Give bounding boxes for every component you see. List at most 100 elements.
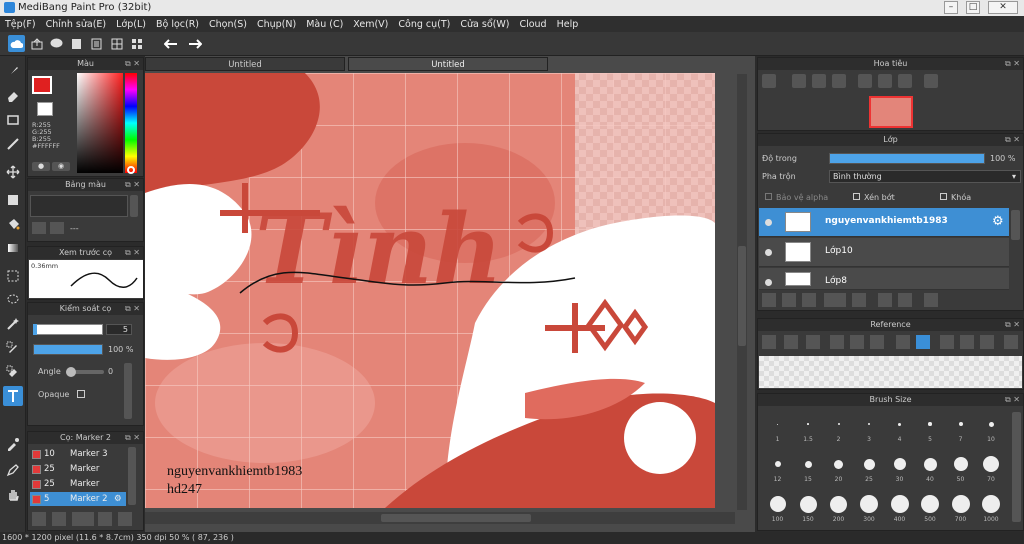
close-icon[interactable]: ✕ — [988, 1, 1018, 14]
opaque-checkbox[interactable] — [77, 390, 85, 398]
horizontal-scrollbar-thumb[interactable] — [381, 514, 531, 522]
delete-color-icon[interactable] — [50, 222, 64, 234]
menu-tools[interactable]: Công cụ(T) — [393, 16, 455, 32]
brush-size-7[interactable]: 7 — [945, 412, 976, 448]
palette-swatch-area[interactable] — [30, 195, 128, 217]
palette-scrollbar[interactable] — [130, 195, 138, 217]
brush-size-2[interactable]: 2 — [823, 412, 854, 448]
flip-icon[interactable] — [924, 74, 938, 88]
reset-icon[interactable] — [878, 74, 892, 88]
panel-float-icon[interactable]: ⧉ ✕ — [125, 247, 140, 259]
menu-layer[interactable]: Lớp(L) — [111, 16, 151, 32]
artwork-canvas[interactable]: Tình nguyenvankhiemtb1983 hd247 — [145, 73, 715, 508]
move-icon[interactable] — [3, 162, 23, 182]
rotate-right-icon[interactable] — [980, 335, 994, 349]
layer-row-selected[interactable]: nguyenvankhiemtb1983 ⚙ — [759, 208, 1009, 237]
menu-view[interactable]: Xem(V) — [348, 16, 393, 32]
menu-cloud[interactable]: Cloud — [514, 16, 551, 32]
fit-icon[interactable] — [812, 74, 826, 88]
brush-size-slider[interactable] — [33, 324, 103, 335]
menu-snap[interactable]: Chụp(N) — [252, 16, 301, 32]
brush-size-200[interactable]: 200 — [823, 492, 854, 528]
vertical-scrollbar-thumb[interactable] — [738, 246, 746, 346]
blend-mode-select[interactable]: Bình thường ▾ — [829, 170, 1021, 183]
tiles-icon[interactable] — [128, 35, 145, 52]
folder-icon[interactable] — [852, 293, 866, 307]
menu-window[interactable]: Cửa sổ(W) — [455, 16, 514, 32]
brush-size-100[interactable]: 100 — [762, 492, 793, 528]
panel-float-icon[interactable]: ⧉ ✕ — [1005, 319, 1020, 331]
panel-float-icon[interactable]: ⧉ ✕ — [125, 58, 140, 70]
protect-alpha-checkbox[interactable] — [765, 193, 772, 200]
delete-layer-icon[interactable] — [924, 293, 938, 307]
brush-list-scrollbar[interactable] — [128, 447, 136, 505]
brush-size-150[interactable]: 150 — [793, 492, 824, 528]
brush-item[interactable]: 10 Marker 3 — [30, 447, 126, 461]
panel-float-icon[interactable]: ⧉ ✕ — [1005, 134, 1020, 146]
brush-size-30[interactable]: 30 — [884, 452, 915, 488]
fit-icon[interactable] — [850, 335, 864, 349]
layer-row[interactable]: Lớp10 — [759, 238, 1009, 267]
bucket-icon[interactable] — [3, 214, 23, 234]
brush-size-12[interactable]: 12 — [762, 452, 793, 488]
angle-slider-handle[interactable] — [66, 367, 76, 377]
brush-size-70[interactable]: 70 — [976, 452, 1007, 488]
eyedropper-icon[interactable] — [896, 335, 910, 349]
brush-size-field[interactable]: 5 — [106, 324, 132, 335]
hand-icon[interactable] — [916, 335, 930, 349]
brush-size-700[interactable]: 700 — [945, 492, 976, 528]
duplicate-layer-icon[interactable] — [878, 293, 892, 307]
pen-icon[interactable] — [3, 460, 23, 480]
eye-icon[interactable] — [765, 249, 772, 256]
brush-settings-icon[interactable] — [98, 512, 112, 526]
new-brush-icon[interactable] — [52, 512, 66, 526]
panel-float-icon[interactable]: ⧉ ✕ — [125, 432, 140, 444]
magic-wand-icon[interactable] — [3, 314, 23, 334]
new-8bit-layer-icon[interactable] — [802, 293, 816, 307]
clipping-checkbox[interactable] — [853, 193, 860, 200]
hue-slider[interactable] — [125, 73, 137, 173]
zoom-out-icon[interactable] — [832, 74, 846, 88]
chat-icon[interactable] — [48, 35, 65, 52]
gear-icon[interactable]: ⚙ — [992, 214, 1004, 229]
brush-size-1[interactable]: 1 — [762, 412, 793, 448]
menu-filter[interactable]: Bộ lọc(R) — [151, 16, 204, 32]
gradient-icon[interactable] — [3, 238, 23, 258]
zoom-in-icon[interactable] — [762, 74, 776, 88]
reference-canvas[interactable] — [759, 356, 1022, 388]
brush-item[interactable]: 25 Marker — [30, 462, 126, 476]
minimize-icon[interactable]: – — [944, 1, 958, 14]
gear-icon[interactable]: ⚙ — [114, 492, 122, 506]
export-icon[interactable] — [28, 35, 45, 52]
brush-size-20[interactable]: 20 — [823, 452, 854, 488]
saturation-value-picker[interactable] — [77, 73, 123, 173]
panel-float-icon[interactable]: ⧉ ✕ — [125, 179, 140, 191]
brush-opacity-slider[interactable] — [33, 344, 103, 355]
brush-menu-icon[interactable] — [72, 512, 94, 526]
rotate-left-icon[interactable] — [940, 335, 954, 349]
layer-row[interactable]: Lớp8 — [759, 268, 1009, 290]
brush-size-300[interactable]: 300 — [854, 492, 885, 528]
color-mode-button-2[interactable]: ◉ — [52, 162, 70, 171]
select-pen-icon[interactable] — [3, 338, 23, 358]
select-rect-icon[interactable] — [3, 266, 23, 286]
eraser-icon[interactable] — [3, 86, 23, 106]
lock-checkbox[interactable] — [940, 193, 947, 200]
reset-icon[interactable] — [960, 335, 974, 349]
add-layer-menu-icon[interactable] — [824, 293, 846, 307]
brush-size-1000[interactable]: 1000 — [976, 492, 1007, 528]
delete-brush-icon[interactable] — [118, 512, 132, 526]
close-reference-icon[interactable] — [806, 335, 820, 349]
zoom-out-icon[interactable] — [870, 335, 884, 349]
new-halftone-layer-icon[interactable] — [782, 293, 796, 307]
folder-open-icon[interactable] — [784, 335, 798, 349]
brush-icon[interactable] — [3, 62, 23, 82]
redo-icon[interactable] — [186, 35, 203, 52]
brush-size-4[interactable]: 4 — [884, 412, 915, 448]
brush-size-25[interactable]: 25 — [854, 452, 885, 488]
brush-size-scrollbar[interactable] — [1012, 412, 1021, 522]
brush-size-5[interactable]: 5 — [915, 412, 946, 448]
brush-size-400[interactable]: 400 — [884, 492, 915, 528]
text-icon[interactable] — [3, 386, 23, 406]
flip-icon[interactable] — [1004, 335, 1018, 349]
